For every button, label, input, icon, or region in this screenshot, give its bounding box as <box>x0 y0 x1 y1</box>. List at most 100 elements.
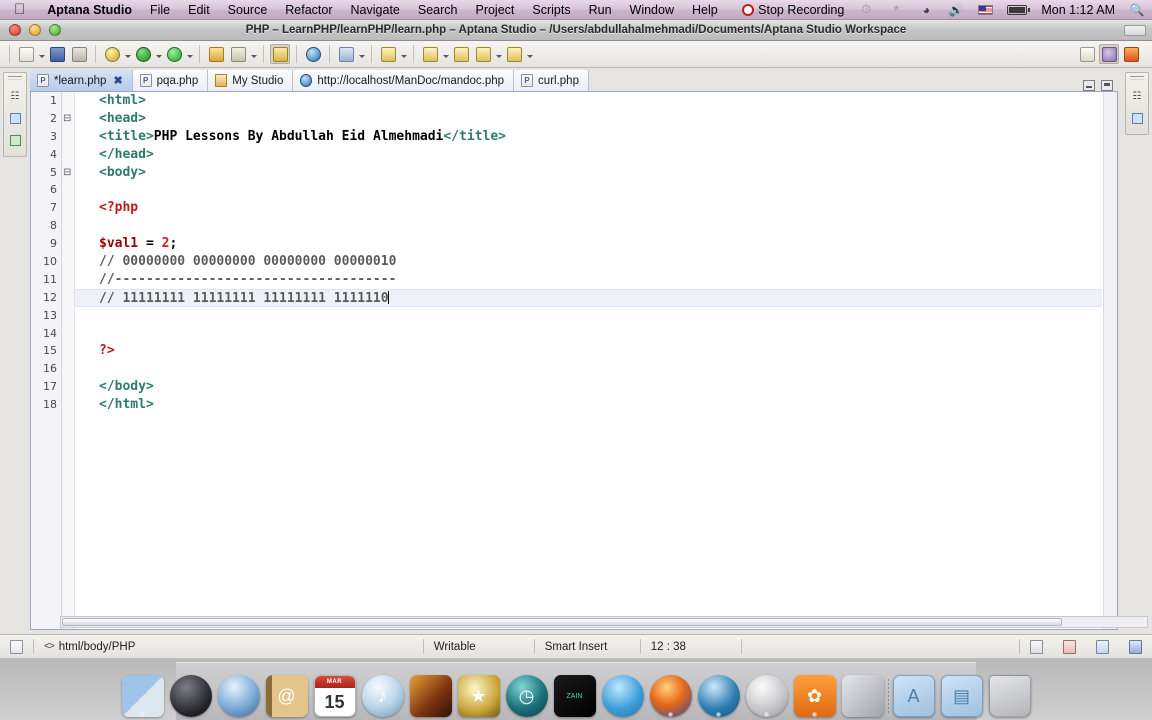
spotlight-search-icon[interactable]: 🔍 <box>1122 3 1152 17</box>
print-button[interactable] <box>69 44 89 64</box>
stop-recording-status[interactable]: Stop Recording <box>735 3 851 17</box>
perspective-php-button[interactable] <box>1121 44 1141 64</box>
home-button[interactable] <box>336 44 356 64</box>
dock-item-calendar[interactable]: MAR 15 <box>312 671 358 717</box>
minimize-icon[interactable] <box>1083 80 1095 91</box>
code-line[interactable]: $val1 = 2; <box>75 235 1102 253</box>
menu-item-aptana-studio[interactable]: Aptana Studio <box>38 0 141 20</box>
code-line[interactable]: // 11111111 11111111 11111111 1111110 <box>75 288 1102 307</box>
prev-annotation-button[interactable] <box>420 44 440 64</box>
restore-view-icon[interactable] <box>1130 76 1144 80</box>
editor-tab-my-studio[interactable]: My Studio <box>208 70 294 91</box>
dock-item-safari[interactable] <box>216 671 262 717</box>
dock-item-finder[interactable] <box>120 671 166 717</box>
validate-button[interactable] <box>228 44 248 64</box>
maximize-icon[interactable] <box>1101 80 1113 91</box>
outline-icon[interactable] <box>7 110 23 126</box>
code-line[interactable] <box>75 181 1102 199</box>
console-icon[interactable] <box>1119 639 1152 655</box>
code-line[interactable] <box>75 307 1102 325</box>
close-icon[interactable]: ✖ <box>113 74 122 87</box>
code-line[interactable]: </body> <box>75 378 1102 396</box>
menu-item-help[interactable]: Help <box>683 0 727 20</box>
code-line[interactable]: <html> <box>75 92 1102 110</box>
menu-item-refactor[interactable]: Refactor <box>276 0 341 20</box>
dock-item-quicktime[interactable] <box>696 671 742 717</box>
forward-dropdown-arrow[interactable] <box>494 44 503 64</box>
code-editor[interactable]: 123456789101112131415161718 <html><head>… <box>30 92 1118 630</box>
battery-menu-icon[interactable] <box>1000 4 1034 15</box>
dock-item-firefox[interactable] <box>648 671 694 717</box>
prev-annotation-dropdown-arrow[interactable] <box>441 44 450 64</box>
code-line[interactable]: // 00000000 00000000 00000000 00000010 <box>75 253 1102 271</box>
preview-button[interactable] <box>270 44 290 64</box>
code-line[interactable] <box>75 217 1102 235</box>
save-button[interactable] <box>47 44 67 64</box>
code-line[interactable]: <?php <box>75 199 1102 217</box>
code-line[interactable] <box>75 360 1102 378</box>
new-file-button[interactable] <box>16 44 36 64</box>
fold-toggle-icon[interactable] <box>62 164 74 182</box>
dock-item-documents-folder[interactable]: ▤ <box>939 671 985 717</box>
outline-view-icon[interactable] <box>1129 110 1145 126</box>
dock-item-time-machine[interactable]: ◷ <box>504 671 550 717</box>
code-line[interactable]: ?> <box>75 342 1102 360</box>
menu-item-navigate[interactable]: Navigate <box>342 0 409 20</box>
new-file-dropdown-arrow[interactable] <box>37 44 46 64</box>
fold-toggle-icon[interactable] <box>62 110 74 128</box>
menu-item-project[interactable]: Project <box>466 0 523 20</box>
code-line[interactable]: </head> <box>75 146 1102 164</box>
dock-item-photo-booth[interactable] <box>840 671 886 717</box>
time-machine-menu-icon[interactable]: ⏱ <box>851 2 881 17</box>
us-flag-input-icon[interactable] <box>971 4 1000 15</box>
validate-dropdown-arrow[interactable] <box>249 44 258 64</box>
dock-item-messenger[interactable] <box>600 671 646 717</box>
back-button[interactable] <box>451 44 471 64</box>
dock-item-itunes[interactable]: ♪ <box>360 671 406 717</box>
dock-item-trash[interactable] <box>987 671 1033 717</box>
code-line[interactable]: //------------------------------------ <box>75 271 1102 289</box>
perspective-web-button[interactable] <box>1099 44 1119 64</box>
restore-view-icon[interactable] <box>8 76 22 80</box>
scrollbar-thumb[interactable] <box>62 618 1062 626</box>
editor-tab-curl-php[interactable]: P curl.php <box>514 70 589 91</box>
next-annotation-button[interactable] <box>378 44 398 64</box>
debug-button[interactable] <box>102 44 122 64</box>
last-edit-button[interactable] <box>504 44 524 64</box>
menu-item-edit[interactable]: Edit <box>179 0 219 20</box>
dock-item-imovie[interactable]: ★ <box>456 671 502 717</box>
editor-tab-mandoc[interactable]: http://localhost/ManDoc/mandoc.php <box>293 70 515 91</box>
dock-item-address-book[interactable]: @ <box>264 671 310 717</box>
code-line[interactable]: </html> <box>75 396 1102 414</box>
run-button[interactable] <box>133 44 153 64</box>
code-line[interactable]: <head> <box>75 110 1102 128</box>
debug-dropdown-arrow[interactable] <box>123 44 132 64</box>
code-line[interactable]: <body> <box>75 164 1102 182</box>
menu-item-run[interactable]: Run <box>580 0 621 20</box>
dock-item-iphoto[interactable] <box>408 671 454 717</box>
open-folder-button[interactable] <box>206 44 226 64</box>
code-line[interactable]: <title>PHP Lessons By Abdullah Eid Almeh… <box>75 128 1102 146</box>
run-as-dropdown-arrow[interactable] <box>185 44 194 64</box>
project-explorer-icon[interactable]: ☷ <box>7 88 23 104</box>
editor-tab-learn-php[interactable]: P *learn.php ✖ <box>30 70 133 91</box>
code-text[interactable]: <html> <head> <title>PHP Lessons By Abdull… <box>75 92 1102 629</box>
apple-logo-icon[interactable]:  <box>14 2 25 17</box>
dock-item-applications-folder[interactable]: A <box>891 671 937 717</box>
menu-item-source[interactable]: Source <box>219 0 277 20</box>
tile-windows-icon[interactable] <box>1020 639 1053 655</box>
menu-item-search[interactable]: Search <box>409 0 467 20</box>
menu-bar-clock[interactable]: Mon 1:12 AM <box>1034 3 1122 17</box>
vertical-scrollbar[interactable] <box>1103 92 1117 629</box>
code-folding-column[interactable] <box>62 92 75 629</box>
menu-item-window[interactable]: Window <box>621 0 683 20</box>
restore-panel-icon[interactable]: ☷ <box>1129 88 1145 104</box>
tasks-icon[interactable] <box>1086 639 1119 655</box>
status-insert-mode[interactable]: Smart Insert <box>535 639 640 655</box>
dock-item-zain[interactable]: ZAIN <box>552 671 598 717</box>
breadcrumb[interactable]: <> html/body/PHP <box>34 639 145 655</box>
menu-item-scripts[interactable]: Scripts <box>523 0 579 20</box>
run-dropdown-arrow[interactable] <box>154 44 163 64</box>
editor-tab-pqa-php[interactable]: P pqa.php <box>132 70 209 91</box>
bluetooth-menu-icon[interactable]: * <box>881 3 911 17</box>
